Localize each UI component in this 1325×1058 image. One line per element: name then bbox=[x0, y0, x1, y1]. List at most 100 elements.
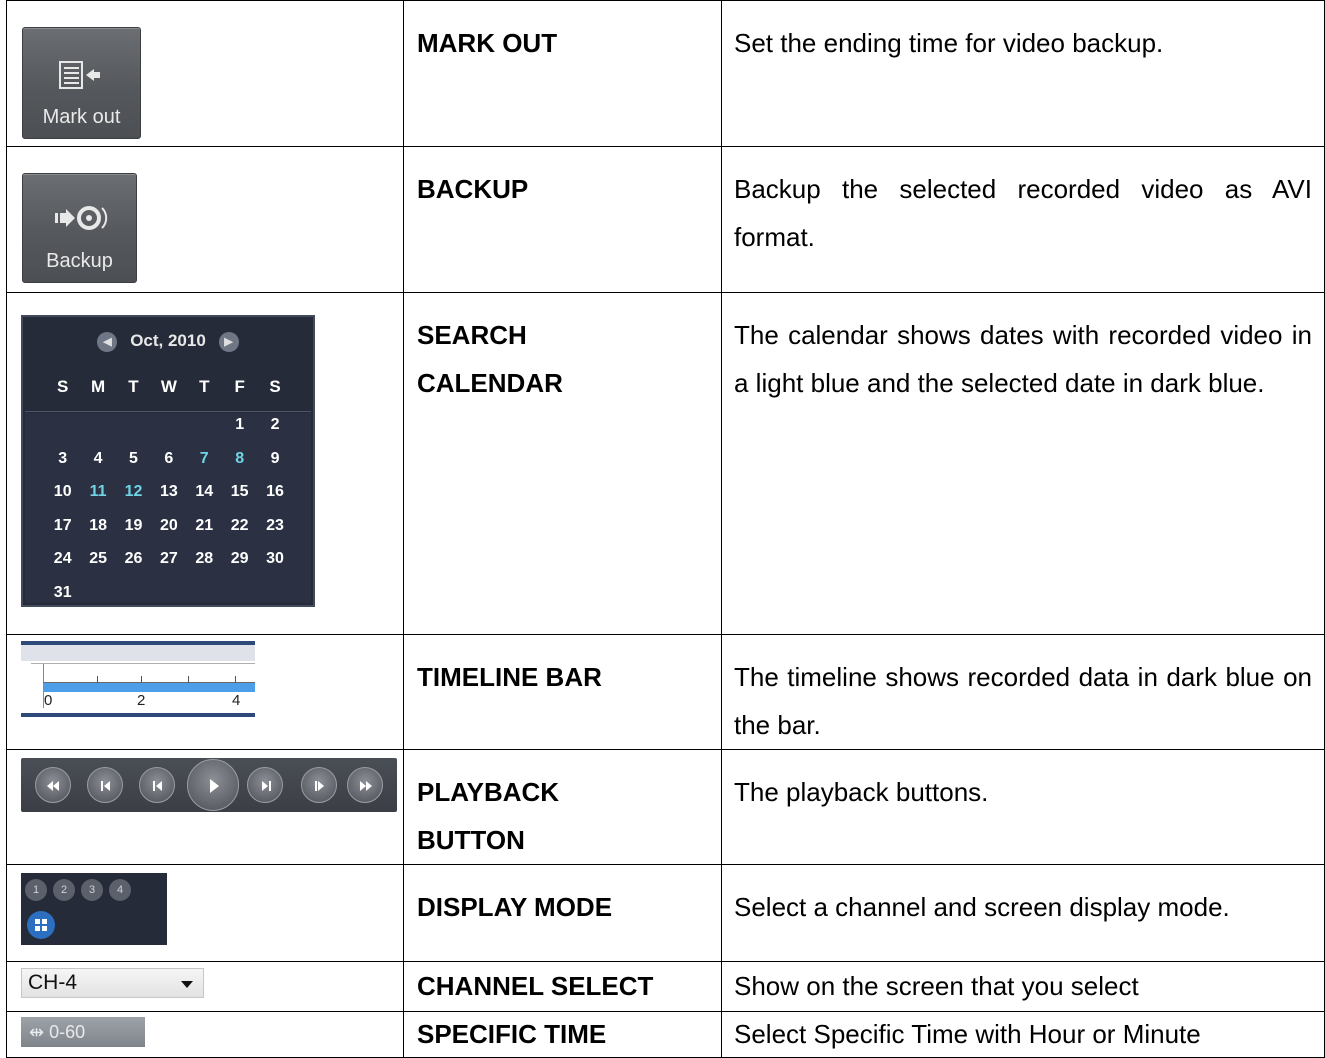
calendar-day[interactable]: 14 bbox=[187, 483, 222, 517]
timeline-label: 2 bbox=[137, 692, 146, 709]
calendar-empty bbox=[45, 416, 80, 450]
calendar-day[interactable]: 30 bbox=[257, 550, 292, 584]
calendar-day[interactable]: 31 bbox=[45, 584, 80, 618]
calendar-day[interactable]: 12 bbox=[116, 483, 151, 517]
timeline-bar[interactable]: 0 2 4 bbox=[21, 641, 255, 717]
search-calendar[interactable]: ◀ Oct, 2010 ▶ S M T W T F S 1 2 3 4 5 6 7 8 9 10 11 12 13 14… bbox=[21, 315, 315, 607]
calendar-day[interactable]: 6 bbox=[151, 450, 186, 484]
table-row: ⇹ 0-60 SPECIFIC TIME Select Specific Tim… bbox=[6, 1011, 1325, 1058]
feature-name: SEARCH CALENDAR bbox=[403, 292, 722, 635]
calendar-day[interactable]: 27 bbox=[151, 550, 186, 584]
play-icon[interactable] bbox=[187, 759, 239, 811]
calendar-day[interactable]: 19 bbox=[116, 517, 151, 551]
channel-select-dropdown[interactable]: CH-4 bbox=[21, 968, 204, 998]
timeline-tick bbox=[97, 676, 98, 683]
feature-desc: The playback buttons. bbox=[721, 749, 1325, 865]
calendar-day[interactable]: 3 bbox=[45, 450, 80, 484]
step-back-icon[interactable] bbox=[87, 767, 123, 803]
table-row: Mark out MARK OUT Set the ending time fo… bbox=[6, 0, 1325, 147]
feature-name: PLAYBACK BUTTON bbox=[403, 749, 722, 865]
calendar-day[interactable]: 1 bbox=[222, 416, 257, 450]
backup-label: Backup bbox=[46, 250, 113, 272]
table-row: Backup BACKUP Backup the selected record… bbox=[6, 146, 1325, 293]
backup-icon bbox=[54, 206, 107, 230]
prev-month-icon[interactable]: ◀ bbox=[97, 331, 118, 352]
feature-name: CHANNEL SELECT bbox=[403, 961, 722, 1012]
fast-rewind-icon[interactable] bbox=[35, 767, 71, 803]
channel-2-button[interactable]: 2 bbox=[53, 879, 75, 901]
calendar-day[interactable]: 9 bbox=[257, 450, 292, 484]
calendar-empty bbox=[80, 416, 115, 450]
calendar-day[interactable]: 10 bbox=[45, 483, 80, 517]
quad-grid-glyph bbox=[35, 919, 47, 931]
feature-name: DISPLAY MODE bbox=[403, 864, 722, 962]
feature-desc: Select Specific Time with Hour or Minute bbox=[721, 1011, 1325, 1058]
channel-3-button[interactable]: 3 bbox=[81, 879, 103, 901]
channel-select-value: CH-4 bbox=[28, 971, 78, 994]
icon-cell: Mark out bbox=[6, 0, 404, 147]
calendar-day[interactable]: 2 bbox=[257, 416, 292, 450]
playback-bar bbox=[21, 758, 397, 812]
feature-desc: Show on the screen that you select bbox=[721, 961, 1325, 1012]
calendar-day[interactable]: 21 bbox=[187, 517, 222, 551]
feature-table: Mark out MARK OUT Set the ending time fo… bbox=[6, 0, 1325, 1058]
calendar-grid: S M T W T F S 1 2 3 4 5 6 7 8 9 10 11 12 13 14 15 16 17 18 19 20 21… bbox=[45, 377, 293, 617]
mark-out-label: Mark out bbox=[42, 106, 121, 128]
calendar-day[interactable]: 13 bbox=[151, 483, 186, 517]
skip-back-icon[interactable] bbox=[139, 767, 175, 803]
calendar-day[interactable]: 29 bbox=[222, 550, 257, 584]
mark-out-button[interactable]: Mark out bbox=[22, 27, 141, 139]
next-month-icon[interactable]: ▶ bbox=[218, 331, 239, 352]
table-row: PLAYBACK BUTTON The playback buttons. bbox=[6, 749, 1325, 865]
play-glyph bbox=[210, 779, 219, 793]
calendar-day[interactable]: 28 bbox=[187, 550, 222, 584]
calendar-header: ◀ Oct, 2010 ▶ bbox=[23, 331, 313, 352]
calendar-weekday: T bbox=[199, 377, 210, 396]
calendar-day[interactable]: 15 bbox=[222, 483, 257, 517]
calendar-day[interactable]: 7 bbox=[187, 450, 222, 484]
calendar-day[interactable]: 17 bbox=[45, 517, 80, 551]
table-row: 0 2 4 TIMELINE BAR The timeline shows re… bbox=[6, 634, 1325, 750]
calendar-day[interactable]: 11 bbox=[80, 483, 115, 517]
calendar-empty bbox=[187, 416, 222, 450]
timeline-bottom-border bbox=[21, 713, 255, 717]
quad-grid-icon[interactable] bbox=[27, 911, 55, 939]
calendar-day[interactable]: 22 bbox=[222, 517, 257, 551]
calendar-day[interactable]: 26 bbox=[116, 550, 151, 584]
skip-forward-icon[interactable] bbox=[247, 767, 283, 803]
fast-forward-glyph bbox=[360, 781, 372, 791]
feature-name: SPECIFIC TIME bbox=[403, 1011, 722, 1058]
calendar-empty bbox=[151, 416, 186, 450]
icon-cell: ⇹ 0-60 bbox=[6, 1011, 404, 1058]
calendar-day[interactable]: 25 bbox=[80, 550, 115, 584]
calendar-day[interactable]: 16 bbox=[257, 483, 292, 517]
table-row: CH-4 CHANNEL SELECT Show on the screen t… bbox=[6, 961, 1325, 1012]
calendar-day[interactable]: 8 bbox=[222, 450, 257, 484]
fast-forward-icon[interactable] bbox=[347, 767, 383, 803]
calendar-day[interactable]: 24 bbox=[45, 550, 80, 584]
feature-name: BACKUP bbox=[403, 146, 722, 293]
backup-button[interactable]: Backup bbox=[22, 173, 137, 283]
specific-time-value: 0-60 bbox=[49, 1022, 86, 1042]
display-mode-panel: 1 2 3 4 bbox=[21, 873, 167, 945]
icon-cell: Backup bbox=[6, 146, 404, 293]
calendar-weekday: S bbox=[57, 377, 69, 396]
step-forward-icon[interactable] bbox=[301, 767, 337, 803]
specific-time-button[interactable]: ⇹ 0-60 bbox=[21, 1017, 145, 1047]
calendar-day[interactable]: 4 bbox=[80, 450, 115, 484]
calendar-day[interactable]: 23 bbox=[257, 517, 292, 551]
table-row: ◀ Oct, 2010 ▶ S M T W T F S 1 2 3 4 5 6 7 8 9 10 11 12 13 14… bbox=[6, 292, 1325, 635]
calendar-weekday: T bbox=[128, 377, 139, 396]
table-row: 1 2 3 4 DISPLAY MODE Select a channel an… bbox=[6, 864, 1325, 962]
calendar-day[interactable]: 18 bbox=[80, 517, 115, 551]
calendar-day[interactable]: 20 bbox=[151, 517, 186, 551]
channel-1-button[interactable]: 1 bbox=[25, 879, 47, 901]
calendar-day[interactable]: 5 bbox=[116, 450, 151, 484]
calendar-month: Oct, 2010 bbox=[130, 331, 206, 350]
icon-cell bbox=[6, 749, 404, 865]
channel-4-button[interactable]: 4 bbox=[109, 879, 131, 901]
calendar-weekday: M bbox=[91, 377, 106, 396]
feature-desc: The calendar shows dates with recorded v… bbox=[721, 292, 1325, 635]
icon-cell: 1 2 3 4 bbox=[6, 864, 404, 962]
timeline-tick bbox=[235, 676, 236, 683]
